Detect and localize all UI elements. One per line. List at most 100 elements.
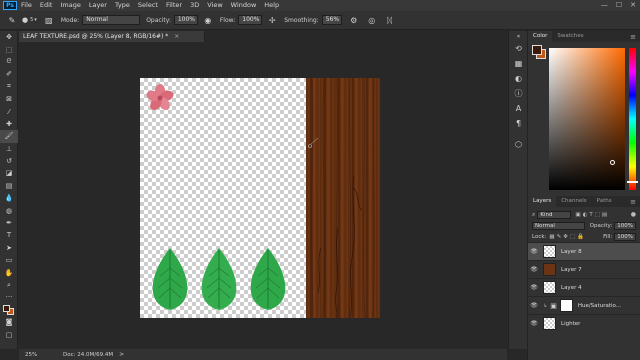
visibility-eye-icon[interactable]: 👁	[528, 266, 540, 273]
hand-icon[interactable]: ✋	[0, 266, 18, 278]
canvas-area[interactable]	[19, 42, 507, 349]
eyedropper-icon[interactable]: ⁄	[0, 105, 18, 117]
menu-type[interactable]: Type	[111, 0, 134, 11]
menu-image[interactable]: Image	[56, 0, 84, 11]
filter-toggle-icon[interactable]: ●	[631, 211, 636, 218]
move-icon[interactable]: ✥	[0, 31, 18, 43]
info-panel-icon[interactable]: ⓘ	[509, 86, 528, 101]
dodge-icon[interactable]: ◍	[0, 204, 18, 216]
pressure-size-icon[interactable]: ◎	[366, 14, 378, 26]
tab-paths[interactable]: Paths	[592, 196, 617, 207]
layer-row[interactable]: 👁 Layer 4	[528, 278, 640, 296]
type-icon[interactable]: T	[0, 229, 18, 241]
tab-swatches[interactable]: Swatches	[552, 31, 588, 42]
tab-channels[interactable]: Channels	[556, 196, 591, 207]
panel-menu-icon[interactable]: ≡	[630, 33, 640, 41]
more-icon[interactable]: ···	[0, 291, 18, 303]
quick-select-icon[interactable]: ✐	[0, 68, 18, 80]
zoom-level[interactable]: 25%	[19, 352, 59, 358]
crop-icon[interactable]: ⌗	[0, 81, 18, 93]
minimize-icon[interactable]: —	[601, 0, 608, 11]
fg-bg-swatches[interactable]	[532, 45, 546, 59]
layer-row[interactable]: 👁 Lighter	[528, 314, 640, 332]
color-field[interactable]	[549, 48, 625, 190]
menu-view[interactable]: View	[203, 0, 226, 11]
gradient-icon[interactable]: ▤	[0, 180, 18, 192]
fg-bg-colors-icon[interactable]	[0, 304, 18, 316]
document-tab[interactable]: LEAF TEXTURE.psd @ 25% (Layer 8, RGB/16#…	[19, 31, 205, 42]
collapse-icon[interactable]: «	[509, 31, 528, 41]
symmetry-icon[interactable]: ᛞ	[384, 14, 396, 26]
close-icon[interactable]: ✕	[630, 0, 636, 11]
menu-edit[interactable]: Edit	[36, 0, 57, 11]
visibility-eye-icon[interactable]: 👁	[528, 302, 540, 309]
tab-color[interactable]: Color	[528, 31, 553, 42]
panel-menu-icon[interactable]: ≡	[630, 198, 640, 206]
layer-opacity-field[interactable]: 100%	[614, 221, 636, 230]
shape-icon[interactable]: ▭	[0, 254, 18, 266]
layer-name[interactable]: Hue/Saturatio...	[578, 303, 621, 309]
menu-help[interactable]: Help	[260, 0, 283, 11]
pen-icon[interactable]: ✒	[0, 217, 18, 229]
visibility-eye-icon[interactable]: 👁	[528, 320, 540, 327]
mode-select[interactable]: Normal	[82, 15, 141, 25]
paragraph-panel-icon[interactable]: ¶	[509, 116, 528, 131]
layer-row[interactable]: 👁 Layer 7	[528, 260, 640, 278]
character-panel-icon[interactable]: A	[509, 101, 528, 116]
lasso-icon[interactable]: ᘓ	[0, 56, 18, 68]
layer-row[interactable]: 👁 ↳ ▣ Hue/Saturatio...	[528, 296, 640, 314]
history-brush-icon[interactable]: ↺	[0, 155, 18, 167]
menu-file[interactable]: File	[17, 0, 36, 11]
quick-mask-icon[interactable]: ◙	[0, 316, 18, 328]
fill-field[interactable]: 100%	[614, 232, 636, 241]
foreground-color-swatch[interactable]	[532, 45, 542, 55]
smoothing-field[interactable]: 56%	[321, 15, 342, 25]
brush-tool-preset[interactable]: ✎ ● 5 ▾	[6, 14, 37, 26]
marquee-icon[interactable]: ⬚	[0, 43, 18, 55]
maximize-icon[interactable]: ☐	[616, 0, 622, 11]
document-canvas[interactable]	[140, 78, 380, 318]
history-panel-icon[interactable]: ⟲	[509, 41, 528, 56]
healing-icon[interactable]: ✚	[0, 118, 18, 130]
layer-name[interactable]: Layer 7	[561, 267, 582, 273]
pressure-opacity-icon[interactable]: ◉	[202, 14, 214, 26]
opacity-field[interactable]: 100%	[173, 15, 198, 25]
menu-layer[interactable]: Layer	[85, 0, 111, 11]
gear-icon[interactable]: ⚙	[348, 14, 360, 26]
filter-icons[interactable]: ▣◐T⬚▤	[575, 212, 609, 218]
tab-layers[interactable]: Layers	[528, 196, 557, 207]
brush-icon[interactable]: 🖌	[0, 130, 18, 143]
tab-close-icon[interactable]: ×	[174, 33, 179, 40]
navigator-panel-icon[interactable]: ▦	[509, 56, 528, 71]
flow-field[interactable]: 100%	[238, 15, 263, 25]
clone-stamp-icon[interactable]: ⊥	[0, 143, 18, 155]
hue-slider[interactable]	[629, 48, 636, 190]
path-select-icon[interactable]: ➤	[0, 242, 18, 254]
layer-name[interactable]: Layer 4	[561, 285, 582, 291]
color-picker-handle[interactable]	[610, 160, 615, 165]
eraser-icon[interactable]: ◪	[0, 167, 18, 179]
zoom-icon[interactable]: ⌕	[0, 279, 18, 291]
hue-slider-handle[interactable]	[627, 181, 638, 183]
layer-name[interactable]: Layer 8	[561, 249, 582, 255]
3d-panel-icon[interactable]: ⬡	[509, 137, 528, 152]
frame-icon[interactable]: ⊠	[0, 93, 18, 105]
layer-row[interactable]: 👁 Layer 8	[528, 242, 640, 260]
menu-select[interactable]: Select	[134, 0, 162, 11]
status-menu-arrow-icon[interactable]: >	[119, 351, 124, 358]
brush-settings-icon[interactable]: ▨	[43, 14, 55, 26]
layer-name[interactable]: Lighter	[561, 321, 580, 327]
menu-3d[interactable]: 3D	[186, 0, 203, 11]
filter-kind-select[interactable]: Kind	[537, 210, 572, 219]
screen-mode-icon[interactable]: ▢	[0, 328, 18, 340]
toolbar-foreground-swatch[interactable]	[3, 304, 10, 312]
menu-window[interactable]: Window	[227, 0, 261, 11]
adjustments-panel-icon[interactable]: ◐	[509, 71, 528, 86]
visibility-eye-icon[interactable]: 👁	[528, 284, 540, 291]
lock-icons[interactable]: ▦✎✥⬚🔒	[549, 234, 585, 240]
visibility-eye-icon[interactable]: 👁	[528, 248, 540, 255]
airbrush-icon[interactable]: ✢	[266, 14, 278, 26]
blur-icon[interactable]: 💧	[0, 192, 18, 204]
blend-mode-select[interactable]: Normal	[532, 221, 585, 230]
menu-filter[interactable]: Filter	[162, 0, 186, 11]
